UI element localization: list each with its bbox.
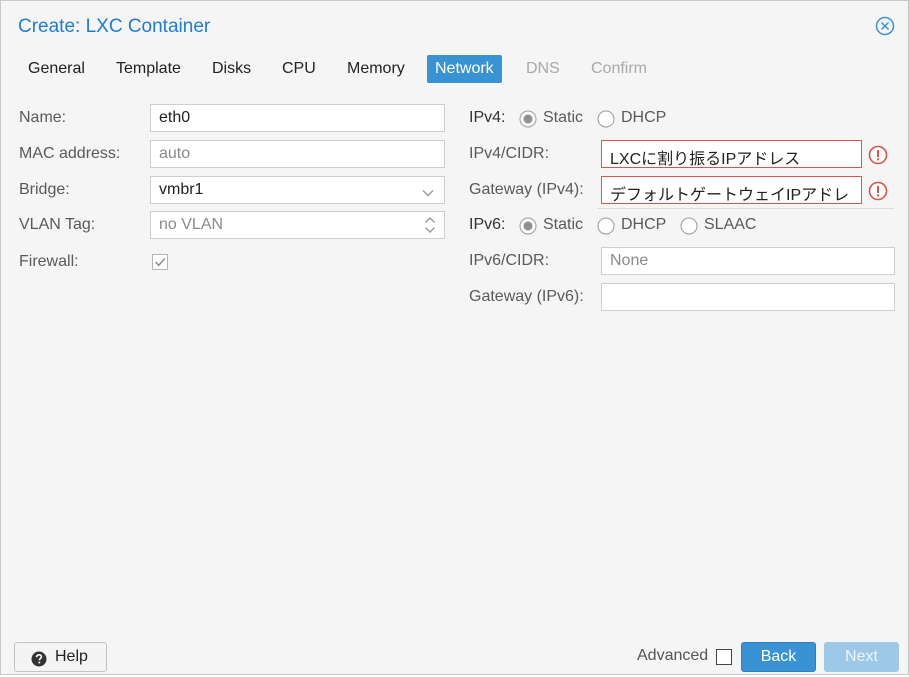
ipv6-slaac-label[interactable]: SLAAC bbox=[704, 216, 756, 234]
tab-general[interactable]: General bbox=[20, 55, 93, 83]
bridge-select[interactable]: vmbr1 bbox=[150, 176, 445, 204]
ipv4-cidr-value: LXCに割り振るIPアドレス bbox=[610, 151, 801, 168]
vlan-tag-label: VLAN Tag: bbox=[19, 216, 96, 233]
next-button[interactable]: Next bbox=[824, 642, 899, 672]
advanced-label: Advanced bbox=[637, 647, 709, 664]
ipv6-cidr-input[interactable]: None bbox=[601, 247, 895, 275]
help-button[interactable]: Help bbox=[14, 642, 107, 672]
ipv6-cidr-placeholder: None bbox=[610, 252, 649, 269]
vlan-tag-input[interactable]: no VLAN bbox=[150, 211, 445, 239]
exclamation-circle-icon bbox=[868, 145, 888, 165]
tab-template[interactable]: Template bbox=[108, 55, 189, 83]
ipv4-gateway-value: デフォルトゲートウェイIPアドレ bbox=[610, 187, 850, 204]
ipv4-cidr-label: IPv4/CIDR: bbox=[469, 145, 550, 162]
ipv6-dhcp-label[interactable]: DHCP bbox=[621, 216, 666, 234]
chevron-down-icon[interactable] bbox=[422, 185, 434, 203]
spinner-arrows-icon[interactable] bbox=[424, 215, 436, 240]
help-label: Help bbox=[55, 648, 88, 665]
ipv4-dhcp-radio[interactable] bbox=[597, 110, 615, 128]
close-icon[interactable] bbox=[875, 16, 895, 36]
firewall-checkbox[interactable] bbox=[152, 254, 168, 270]
name-input[interactable]: eth0 bbox=[150, 104, 445, 132]
ipv4-dhcp-label[interactable]: DHCP bbox=[621, 109, 666, 127]
mac-address-placeholder: auto bbox=[159, 145, 191, 162]
ipv6-slaac-radio[interactable] bbox=[680, 217, 698, 235]
ipv4-static-radio[interactable] bbox=[519, 110, 537, 128]
wizard-tabs: General Template Disks CPU Memory Networ… bbox=[1, 53, 908, 87]
ipv6-dhcp-radio[interactable] bbox=[597, 217, 615, 235]
network-panel bbox=[6, 90, 907, 633]
dialog-title: Create: LXC Container bbox=[18, 16, 211, 37]
ipv6-label: IPv6: bbox=[469, 216, 506, 233]
ipv6-cidr-label: IPv6/CIDR: bbox=[469, 252, 550, 269]
tab-memory[interactable]: Memory bbox=[339, 55, 413, 83]
tab-confirm: Confirm bbox=[591, 60, 648, 77]
vlan-tag-placeholder: no VLAN bbox=[159, 216, 224, 233]
ipv6-static-radio[interactable] bbox=[519, 217, 537, 235]
ipv4-ipv6-divider bbox=[597, 208, 894, 209]
bridge-label: Bridge: bbox=[19, 181, 70, 198]
name-label: Name: bbox=[19, 109, 67, 126]
firewall-label: Firewall: bbox=[19, 253, 79, 270]
mac-address-input[interactable]: auto bbox=[150, 140, 445, 168]
dialog-titlebar: Create: LXC Container bbox=[1, 1, 908, 53]
back-button[interactable]: Back bbox=[741, 642, 816, 672]
ipv4-gateway-label: Gateway (IPv4): bbox=[469, 181, 584, 198]
ipv6-static-label[interactable]: Static bbox=[543, 216, 583, 234]
ipv4-cidr-input[interactable]: LXCに割り振るIPアドレス bbox=[601, 140, 862, 168]
bridge-value: vmbr1 bbox=[159, 181, 204, 198]
tab-cpu[interactable]: CPU bbox=[274, 55, 324, 83]
ipv4-gateway-input[interactable]: デフォルトゲートウェイIPアドレ bbox=[601, 176, 862, 204]
name-value: eth0 bbox=[159, 109, 191, 126]
tab-dns: DNS bbox=[526, 60, 560, 77]
tab-network[interactable]: Network bbox=[427, 55, 502, 83]
question-circle-icon bbox=[31, 649, 47, 667]
exclamation-circle-icon bbox=[868, 181, 888, 201]
ipv6-gateway-label: Gateway (IPv6): bbox=[469, 288, 584, 305]
ipv4-label: IPv4: bbox=[469, 109, 506, 126]
ipv4-static-label[interactable]: Static bbox=[543, 109, 583, 127]
create-lxc-dialog: Create: LXC Container General Template D… bbox=[0, 0, 909, 675]
advanced-checkbox[interactable] bbox=[716, 649, 732, 665]
tab-disks[interactable]: Disks bbox=[204, 55, 259, 83]
ipv6-gateway-input[interactable] bbox=[601, 283, 895, 311]
dialog-footer: Help Advanced Back Next bbox=[1, 633, 908, 674]
mac-address-label: MAC address: bbox=[19, 145, 121, 162]
